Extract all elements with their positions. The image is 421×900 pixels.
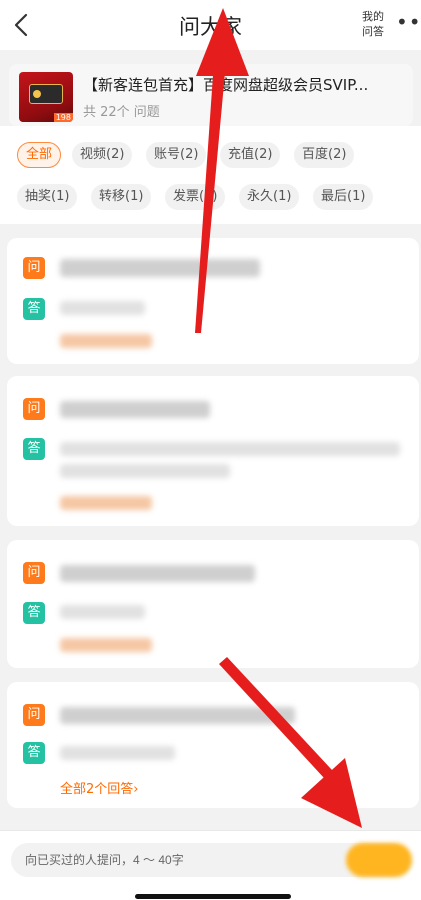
top-navigation-bar: 问大家 我的 问答 ••• bbox=[0, 0, 421, 50]
question-filter-tags: 全部 视频(2) 账号(2) 充值(2) 百度(2) 抽奖(1) 转移(1) 发… bbox=[0, 126, 421, 224]
blurred-question-text bbox=[60, 401, 210, 418]
answer-badge-icon: 答 bbox=[23, 438, 45, 460]
blurred-answer-text bbox=[60, 301, 145, 315]
answer-badge-icon: 答 bbox=[23, 742, 45, 764]
tag-transfer[interactable]: 转移(1) bbox=[91, 184, 152, 210]
home-indicator bbox=[135, 894, 291, 899]
blurred-answers-link bbox=[60, 334, 152, 348]
blurred-answer-text bbox=[60, 746, 175, 760]
ask-question-bar bbox=[0, 830, 421, 900]
tag-lottery[interactable]: 抽奖(1) bbox=[17, 184, 78, 210]
product-thumbnail: 198 bbox=[19, 72, 73, 122]
more-options-icon[interactable]: ••• bbox=[396, 12, 421, 32]
tag-baidu[interactable]: 百度(2) bbox=[294, 142, 355, 168]
answer-badge-icon: 答 bbox=[23, 298, 45, 320]
my-answers-label-line1: 我的 bbox=[362, 10, 384, 23]
tag-permanent[interactable]: 永久(1) bbox=[239, 184, 300, 210]
thumbnail-price-tag: 198 bbox=[53, 113, 73, 122]
blurred-answer-text bbox=[60, 605, 145, 619]
tag-video[interactable]: 视频(2) bbox=[72, 142, 133, 168]
tag-invoice[interactable]: 发票(1) bbox=[165, 184, 226, 210]
blurred-question-text bbox=[60, 707, 295, 724]
blurred-question-text bbox=[60, 565, 255, 582]
blurred-answers-link bbox=[60, 496, 152, 510]
qa-item[interactable]: 问 答 bbox=[7, 238, 419, 364]
membership-card-icon bbox=[29, 84, 63, 104]
tag-account[interactable]: 账号(2) bbox=[146, 142, 207, 168]
view-all-answers-link[interactable]: 全部2个回答› bbox=[60, 778, 138, 797]
tag-recharge[interactable]: 充值(2) bbox=[220, 142, 281, 168]
qa-item[interactable]: 问 答 bbox=[7, 540, 419, 668]
tag-last[interactable]: 最后(1) bbox=[313, 184, 374, 210]
submit-question-button[interactable] bbox=[346, 843, 412, 877]
my-questions-answers-button[interactable]: 我的 问答 bbox=[356, 9, 390, 39]
qa-item[interactable]: 问 答 bbox=[7, 376, 419, 526]
blurred-answers-link bbox=[60, 638, 152, 652]
blurred-answer-text bbox=[60, 442, 400, 456]
question-count: 共 22个 问题 bbox=[83, 105, 160, 120]
answer-badge-icon: 答 bbox=[23, 602, 45, 624]
view-all-answers-label: 全部2个回答 bbox=[60, 782, 134, 797]
qa-item[interactable]: 问 答 全部2个回答› bbox=[7, 682, 419, 808]
question-badge-icon: 问 bbox=[23, 704, 45, 726]
product-summary-card[interactable]: 198 【新客连包首充】百度网盘超级会员SVIP... 共 22个 问题 bbox=[9, 64, 413, 126]
product-title: 【新客连包首充】百度网盘超级会员SVIP... bbox=[83, 76, 369, 94]
blurred-question-text bbox=[60, 259, 260, 277]
question-badge-icon: 问 bbox=[23, 562, 45, 584]
tag-all[interactable]: 全部 bbox=[17, 142, 62, 168]
my-answers-label-line2: 问答 bbox=[362, 25, 384, 38]
blurred-answer-text bbox=[60, 464, 230, 478]
chevron-right-icon: › bbox=[133, 782, 139, 797]
question-badge-icon: 问 bbox=[23, 257, 45, 279]
question-badge-icon: 问 bbox=[23, 398, 45, 420]
